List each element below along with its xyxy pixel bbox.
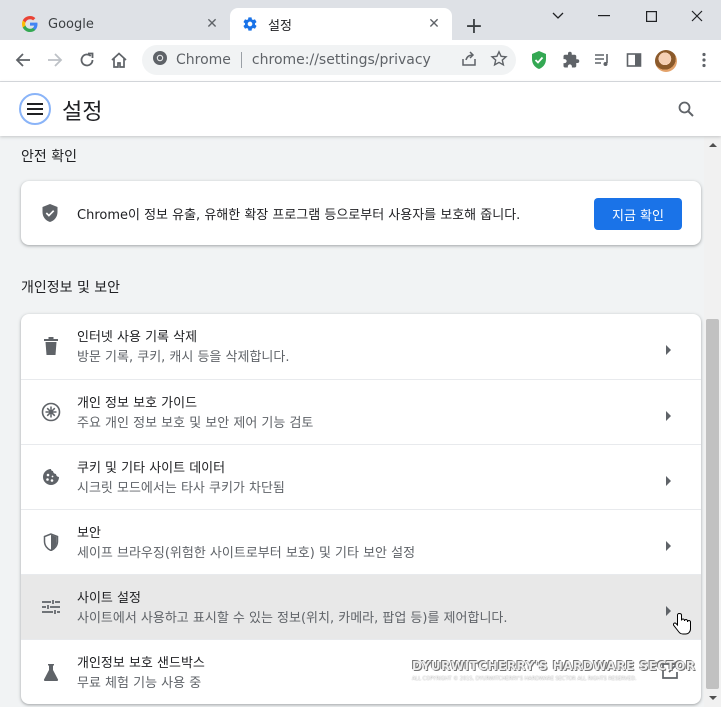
- maximize-icon[interactable]: [629, 4, 673, 28]
- list-item-title: 개인정보 보호 샌드박스: [77, 656, 205, 671]
- trash-icon: [41, 336, 61, 356]
- list-item-privacy-guide[interactable]: 개인 정보 보호 가이드 주요 개인 정보 보호 및 보안 제어 기능 검토: [21, 379, 701, 444]
- minimize-icon[interactable]: [582, 4, 626, 28]
- omnibox-actions: [460, 50, 508, 72]
- omnibox-separator: [240, 52, 242, 68]
- list-item-clear-browsing-data[interactable]: 인터넷 사용 기록 삭제 방문 기록, 쿠키, 캐시 등을 삭제합니다.: [21, 314, 701, 379]
- media-queue-icon[interactable]: [587, 45, 617, 75]
- more-vert-icon[interactable]: [689, 45, 719, 75]
- tab-strip: Google ✕ 설정 ✕ +: [0, 0, 721, 40]
- list-item-title: 사이트 설정: [77, 591, 141, 606]
- gear-icon: [242, 16, 258, 32]
- tune-icon: [41, 597, 61, 617]
- side-panel-icon[interactable]: [619, 45, 649, 75]
- tab-title: 설정: [268, 18, 292, 34]
- search-icon[interactable]: [672, 95, 700, 123]
- scroll-up-arrow-icon[interactable]: [704, 136, 721, 153]
- forward-icon[interactable]: [40, 45, 70, 75]
- new-tab-button[interactable]: +: [462, 14, 486, 39]
- list-item-subtitle: 사이트에서 사용하고 표시할 수 있는 정보(위치, 카메라, 팝업 등)를 제…: [77, 611, 508, 626]
- list-item-title: 인터넷 사용 기록 삭제: [77, 330, 198, 345]
- reload-icon[interactable]: [72, 45, 102, 75]
- safety-check-card: Chrome이 정보 유출, 유해한 확장 프로그램 등으로부터 사용자를 보호…: [21, 181, 701, 245]
- browser-toolbar: Chrome chrome://settings/privacy: [0, 40, 721, 82]
- settings-header: 설정: [0, 82, 721, 136]
- shield-extension-icon[interactable]: [524, 45, 554, 75]
- list-item-subtitle: 무료 체험 기능 사용 중: [77, 676, 202, 691]
- tab-google[interactable]: Google ✕: [10, 8, 230, 40]
- arrow-right-icon: [666, 536, 676, 551]
- chrome-icon: [152, 50, 168, 70]
- list-item-site-settings[interactable]: 사이트 설정 사이트에서 사용하고 표시할 수 있는 정보(위치, 카메라, 팝…: [21, 574, 701, 639]
- back-icon[interactable]: [8, 45, 38, 75]
- scroll-down-arrow-icon[interactable]: [704, 690, 721, 707]
- home-icon[interactable]: [104, 45, 134, 75]
- privacy-section-title: 개인정보 및 보안: [21, 280, 121, 296]
- watermark: DYURWITCHERRY'S HARDWARE SECTOR ALL COPY…: [412, 659, 696, 687]
- profile-avatar[interactable]: [655, 50, 677, 72]
- list-item-subtitle: 방문 기록, 쿠키, 캐시 등을 삭제합니다.: [77, 350, 290, 365]
- compass-icon: [41, 402, 61, 422]
- url-path: settings/privacy: [318, 52, 431, 68]
- scrollbar-thumb[interactable]: [706, 319, 719, 689]
- hand-cursor-icon: [672, 612, 691, 636]
- safety-check-description: Chrome이 정보 유출, 유해한 확장 프로그램 등으로부터 사용자를 보호…: [77, 208, 521, 223]
- privacy-security-card: 인터넷 사용 기록 삭제 방문 기록, 쿠키, 캐시 등을 삭제합니다. 개인 …: [21, 314, 701, 704]
- close-icon[interactable]: ✕: [424, 14, 444, 34]
- window-close-icon[interactable]: [675, 4, 719, 28]
- share-icon[interactable]: [460, 50, 478, 72]
- tab-title: Google: [48, 16, 94, 32]
- settings-content: 안전 확인 Chrome이 정보 유출, 유해한 확장 프로그램 등으로부터 사…: [0, 136, 704, 707]
- page-title: 설정: [62, 100, 103, 125]
- list-item-subtitle: 시크릿 모드에서는 타사 쿠키가 차단됨: [77, 481, 285, 496]
- omnibox-chrome-label: Chrome: [176, 52, 231, 68]
- arrow-right-icon: [666, 471, 676, 486]
- list-item-subtitle: 주요 개인 정보 보호 및 보안 제어 기능 검토: [77, 416, 314, 431]
- flask-icon: [41, 662, 61, 682]
- shield-check-icon: [41, 203, 59, 227]
- url-scheme: chrome://: [251, 52, 319, 68]
- hamburger-menu-icon[interactable]: [19, 93, 51, 125]
- list-item-cookies[interactable]: 쿠키 및 기타 사이트 데이터 시크릿 모드에서는 타사 쿠키가 차단됨: [21, 444, 701, 509]
- watermark-copyright: ALL COPYRIGHT © 2015, DYURWITCHERRY'S HA…: [412, 676, 637, 682]
- tab-settings[interactable]: 설정 ✕: [230, 8, 452, 40]
- arrow-right-icon: [666, 406, 676, 421]
- tab-search-chevron-icon[interactable]: [536, 4, 580, 28]
- safety-check-title: 안전 확인: [21, 149, 77, 165]
- google-icon: [22, 16, 38, 32]
- list-item-security[interactable]: 보안 세이프 브라우징(위험한 사이트로부터 보호) 및 기타 보안 설정: [21, 509, 701, 574]
- address-bar[interactable]: Chrome chrome://settings/privacy: [142, 45, 516, 75]
- vertical-scrollbar[interactable]: [704, 136, 721, 707]
- list-item-title: 개인 정보 보호 가이드: [77, 396, 198, 411]
- list-item-title: 보안: [77, 526, 101, 541]
- close-icon[interactable]: ✕: [202, 14, 222, 34]
- shield-icon: [41, 532, 61, 552]
- bookmark-star-icon[interactable]: [490, 50, 508, 72]
- cookie-icon: [41, 467, 61, 487]
- arrow-right-icon: [666, 340, 676, 355]
- list-item-subtitle: 세이프 브라우징(위험한 사이트로부터 보호) 및 기타 보안 설정: [77, 546, 416, 561]
- list-item-title: 쿠키 및 기타 사이트 데이터: [77, 461, 226, 476]
- watermark-title: DYURWITCHERRY'S HARDWARE SECTOR: [412, 659, 696, 673]
- check-now-button[interactable]: 지금 확인: [594, 198, 682, 230]
- extensions-puzzle-icon[interactable]: [556, 45, 586, 75]
